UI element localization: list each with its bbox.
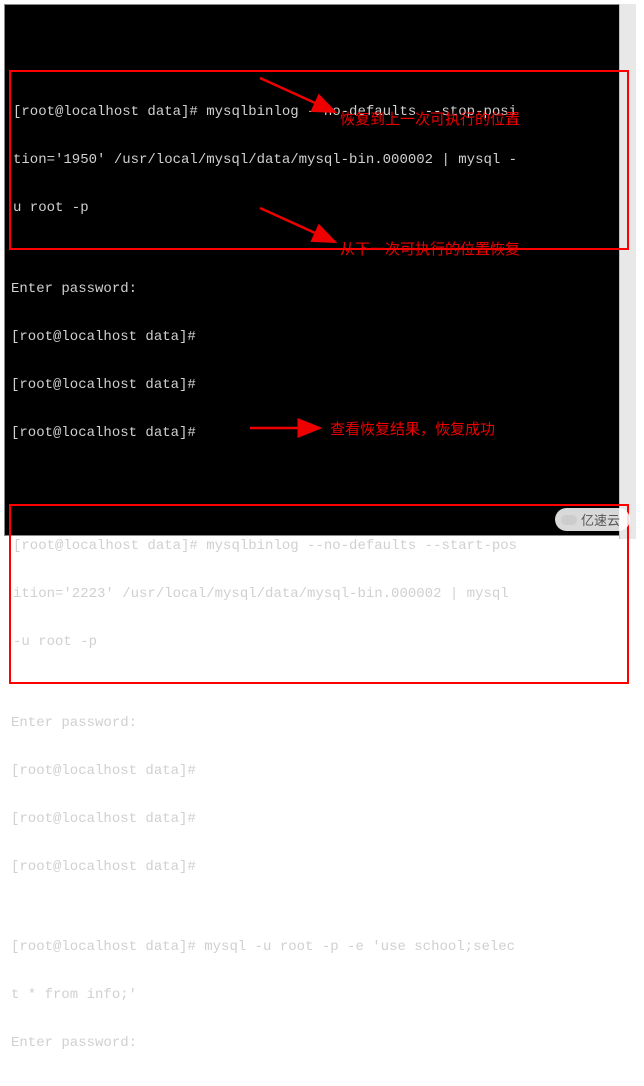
prompt-line: [root@localhost data]# bbox=[11, 329, 627, 345]
prompt: [root@localhost data]# bbox=[13, 538, 206, 554]
annotation-result: 查看恢复结果，恢复成功 bbox=[330, 418, 495, 439]
output-line: Enter password: bbox=[11, 1035, 627, 1051]
prompt: [root@localhost data]# bbox=[13, 104, 206, 120]
highlight-box-start-position: [root@localhost data]# mysqlbinlog --no-… bbox=[9, 504, 629, 684]
cmd-line: -u root -p bbox=[13, 634, 625, 650]
annotation-start-position: 从下一次可执行的位置恢复 bbox=[340, 238, 520, 259]
prompt: [root@localhost data]# bbox=[11, 763, 204, 779]
prompt: [root@localhost data]# bbox=[11, 329, 204, 345]
terminal-window: [root@localhost data]# mysqlbinlog --no-… bbox=[4, 4, 634, 536]
cmd-line: u root -p bbox=[13, 200, 625, 216]
prompt: [root@localhost data]# bbox=[11, 425, 204, 441]
output-line: Enter password: bbox=[11, 281, 627, 297]
prompt: [root@localhost data]# bbox=[11, 811, 204, 827]
prompt-line: [root@localhost data]# bbox=[11, 377, 627, 393]
cmd-line: [root@localhost data]# mysql -u root -p … bbox=[11, 939, 627, 955]
watermark-text: 亿速云 bbox=[581, 510, 620, 529]
cmd-line: tion='1950' /usr/local/mysql/data/mysql-… bbox=[13, 152, 625, 168]
terminal-content: [root@localhost data]# mysqlbinlog --no-… bbox=[5, 5, 633, 1086]
prompt-line: [root@localhost data]# bbox=[11, 763, 627, 779]
prompt: [root@localhost data]# bbox=[11, 939, 204, 955]
prompt-line: [root@localhost data]# bbox=[11, 425, 627, 441]
prompt-line: [root@localhost data]# bbox=[11, 811, 627, 827]
highlight-box-stop-position: [root@localhost data]# mysqlbinlog --no-… bbox=[9, 70, 629, 250]
prompt: [root@localhost data]# bbox=[11, 377, 204, 393]
watermark: 亿速云 bbox=[555, 508, 630, 531]
cmd-text: mysql -u root -p -e 'use school;selec bbox=[204, 939, 515, 955]
output-line: Enter password: bbox=[11, 715, 627, 731]
cmd-line: [root@localhost data]# mysqlbinlog --no-… bbox=[13, 104, 625, 120]
cmd-line: [root@localhost data]# mysqlbinlog --no-… bbox=[13, 538, 625, 554]
annotation-stop-position: 恢复到上一次可执行的位置 bbox=[340, 108, 520, 129]
cmd-line: t * from info;' bbox=[11, 987, 627, 1003]
prompt-line: [root@localhost data]# bbox=[11, 859, 627, 875]
cmd-text: mysqlbinlog --no-defaults --start-pos bbox=[206, 538, 517, 554]
prompt: [root@localhost data]# bbox=[11, 859, 204, 875]
cmd-line: ition='2223' /usr/local/mysql/data/mysql… bbox=[13, 586, 625, 602]
